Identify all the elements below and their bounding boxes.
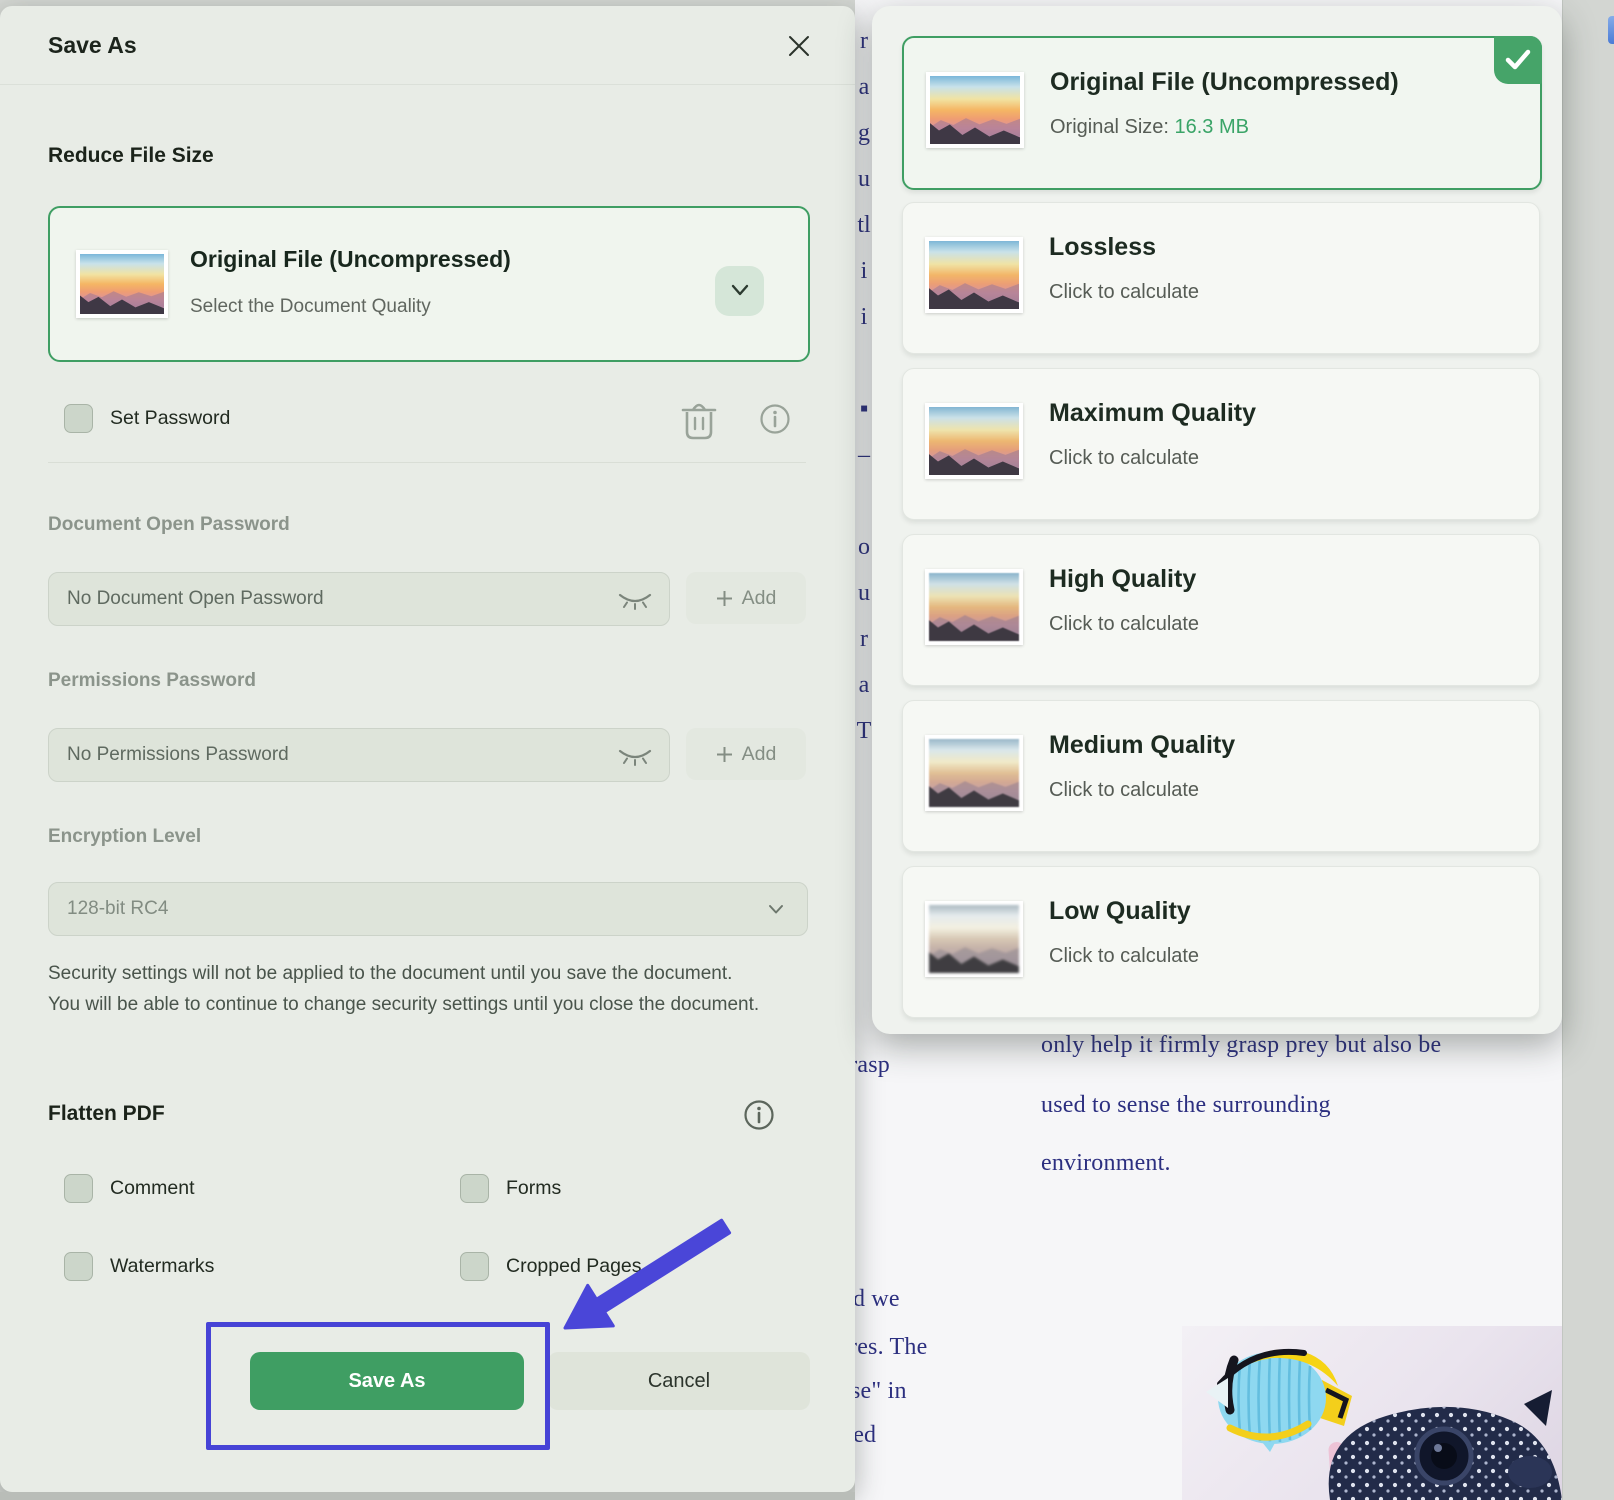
doc-open-password-label: Document Open Password bbox=[48, 514, 290, 536]
quality-option-title: Lossless bbox=[1049, 233, 1156, 262]
info-icon[interactable] bbox=[742, 1098, 776, 1132]
cancel-button[interactable]: Cancel bbox=[548, 1352, 810, 1410]
add-button-label: Add bbox=[742, 743, 777, 766]
add-doc-open-password-button[interactable]: Add bbox=[686, 572, 806, 624]
quality-option-title: Maximum Quality bbox=[1049, 399, 1256, 428]
security-note: Security settings will not be applied to… bbox=[48, 958, 760, 1020]
watermarks-checkbox[interactable] bbox=[64, 1252, 93, 1281]
add-permissions-password-button[interactable]: Add bbox=[686, 728, 806, 780]
sunset-thumbnail bbox=[925, 237, 1023, 313]
size-value: 16.3 MB bbox=[1175, 116, 1249, 138]
forms-checkbox[interactable] bbox=[460, 1174, 489, 1203]
comment-label: Comment bbox=[110, 1177, 195, 1200]
pufferfish-image bbox=[1294, 1384, 1562, 1500]
watermarks-label: Watermarks bbox=[110, 1255, 214, 1278]
permissions-password-label: Permissions Password bbox=[48, 670, 256, 692]
encryption-level-label: Encryption Level bbox=[48, 826, 201, 848]
forms-label: Forms bbox=[506, 1177, 561, 1200]
quality-option-original[interactable]: Original File (Uncompressed) Original Si… bbox=[902, 36, 1542, 190]
checkmark-icon bbox=[1494, 36, 1542, 84]
chevron-down-icon bbox=[767, 903, 785, 915]
quality-option-subtitle: Click to calculate bbox=[1049, 779, 1199, 802]
doc-fragment: d we bbox=[853, 1286, 900, 1313]
encryption-level-select[interactable]: 128-bit RC4 bbox=[48, 882, 808, 936]
doc-open-password-field[interactable]: No Document Open Password bbox=[48, 572, 670, 626]
quality-option-title: Medium Quality bbox=[1049, 731, 1235, 760]
quality-card-subtitle: Select the Document Quality bbox=[190, 296, 431, 318]
doc-text-line: only help it firmly grasp prey but also … bbox=[1041, 1032, 1441, 1059]
eye-closed-icon[interactable] bbox=[617, 746, 653, 766]
dialog-title: Save As bbox=[48, 32, 137, 59]
doc-open-password-value: No Document Open Password bbox=[49, 573, 669, 625]
quality-option-subtitle: Click to calculate bbox=[1049, 613, 1199, 636]
set-password-checkbox[interactable] bbox=[64, 404, 93, 433]
plus-icon bbox=[716, 746, 733, 763]
divider bbox=[48, 462, 806, 463]
chevron-down-icon bbox=[729, 282, 751, 298]
cropped-pages-checkbox[interactable] bbox=[460, 1252, 489, 1281]
fish-photo bbox=[1182, 1326, 1562, 1500]
quality-option-size: Original Size: 16.3 MB bbox=[1050, 116, 1249, 139]
size-label: Original Size: bbox=[1050, 116, 1169, 138]
sunset-thumbnail bbox=[925, 735, 1023, 811]
selected-quality-card[interactable]: Original File (Uncompressed) Select the … bbox=[48, 206, 810, 362]
selected-badge bbox=[1494, 36, 1542, 84]
doc-fragment: se" in bbox=[851, 1378, 907, 1405]
quality-option-title: Low Quality bbox=[1049, 897, 1191, 926]
quality-option-title: Original File (Uncompressed) bbox=[1050, 68, 1399, 97]
quality-dropdown-panel: Original File (Uncompressed) Original Si… bbox=[872, 6, 1562, 1034]
trash-icon[interactable] bbox=[678, 398, 720, 442]
quality-option-medium[interactable]: Medium Quality Click to calculate bbox=[902, 700, 1540, 852]
plus-icon bbox=[716, 590, 733, 607]
app-background-column bbox=[1562, 0, 1614, 1500]
quality-option-subtitle: Click to calculate bbox=[1049, 281, 1199, 304]
reduce-file-size-heading: Reduce File Size bbox=[48, 144, 214, 168]
doc-text-line: environment. bbox=[1041, 1150, 1171, 1177]
dialog-header: Save As bbox=[0, 6, 855, 85]
annotation-arrow bbox=[535, 1198, 755, 1348]
info-icon[interactable] bbox=[758, 402, 792, 436]
quality-card-title: Original File (Uncompressed) bbox=[190, 246, 511, 273]
sunset-thumbnail bbox=[76, 250, 168, 318]
quality-option-subtitle: Click to calculate bbox=[1049, 447, 1199, 470]
quality-option-high[interactable]: High Quality Click to calculate bbox=[902, 534, 1540, 686]
quality-option-subtitle: Click to calculate bbox=[1049, 945, 1199, 968]
doc-text-line: used to sense the surrounding bbox=[1041, 1092, 1331, 1119]
quality-dropdown-button[interactable] bbox=[715, 266, 764, 316]
sunset-thumbnail bbox=[925, 403, 1023, 479]
permissions-password-field[interactable]: No Permissions Password bbox=[48, 728, 670, 782]
sunset-thumbnail bbox=[925, 901, 1023, 977]
comment-checkbox[interactable] bbox=[64, 1174, 93, 1203]
eye-closed-icon[interactable] bbox=[617, 590, 653, 610]
set-password-label: Set Password bbox=[110, 407, 230, 430]
doc-fragment: res. The bbox=[849, 1334, 927, 1361]
quality-option-low[interactable]: Low Quality Click to calculate bbox=[902, 866, 1540, 1018]
annotation-highlight-rect bbox=[206, 1322, 550, 1450]
screen: r a g u tl i i ▪ – o u r a T grasp only … bbox=[0, 0, 1614, 1500]
quality-option-maximum[interactable]: Maximum Quality Click to calculate bbox=[902, 368, 1540, 520]
window-bottom-edge bbox=[0, 1492, 855, 1500]
quality-option-lossless[interactable]: Lossless Click to calculate bbox=[902, 202, 1540, 354]
quality-option-title: High Quality bbox=[1049, 565, 1196, 594]
permissions-password-value: No Permissions Password bbox=[49, 729, 669, 781]
encryption-level-value: 128-bit RC4 bbox=[49, 883, 807, 935]
scrollbar-fragment[interactable] bbox=[1608, 16, 1614, 44]
sunset-thumbnail bbox=[926, 72, 1024, 148]
flatten-pdf-heading: Flatten PDF bbox=[48, 1102, 165, 1126]
add-button-label: Add bbox=[742, 587, 777, 610]
close-icon[interactable] bbox=[786, 33, 812, 59]
sunset-thumbnail bbox=[925, 569, 1023, 645]
